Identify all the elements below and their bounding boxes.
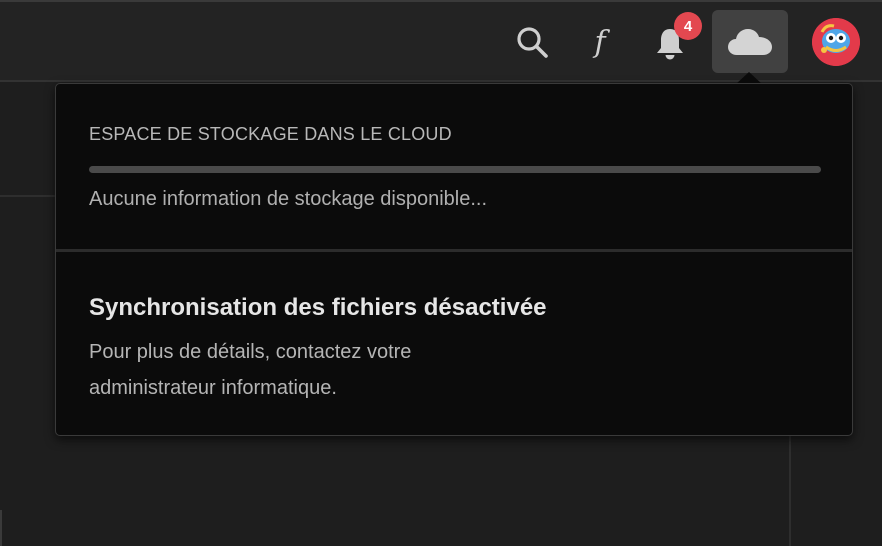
- notification-count-badge: 4: [674, 12, 702, 40]
- section-divider: [56, 249, 852, 252]
- search-button[interactable]: [512, 22, 552, 62]
- sync-status-title: Synchronisation des fichiers désactivée: [89, 294, 547, 321]
- storage-status-text: Aucune information de stockage disponibl…: [89, 188, 488, 210]
- cloud-storage-button[interactable]: [712, 10, 788, 73]
- avatar-icon: [812, 18, 860, 66]
- background-divider-vertical: [789, 436, 791, 546]
- storage-progress-bar: [89, 166, 821, 173]
- storage-section-title: ESPACE DE STOCKAGE DANS LE CLOUD: [89, 124, 452, 144]
- sync-status-description: Pour plus de détails, contactez votre ad…: [89, 341, 412, 399]
- background-divider: [0, 195, 60, 197]
- formula-button[interactable]: f: [580, 22, 620, 62]
- function-icon: f: [594, 24, 606, 60]
- search-icon: [517, 27, 548, 58]
- background-edge: [0, 510, 2, 546]
- cloud-icon: [728, 28, 772, 55]
- user-avatar[interactable]: [812, 18, 860, 66]
- cloud-storage-popover: ESPACE DE STOCKAGE DANS LE CLOUD Aucune …: [55, 83, 853, 436]
- app-window: f 4 ESPACE DE STOCKAGE DANS LE CLOUD Auc…: [0, 0, 882, 546]
